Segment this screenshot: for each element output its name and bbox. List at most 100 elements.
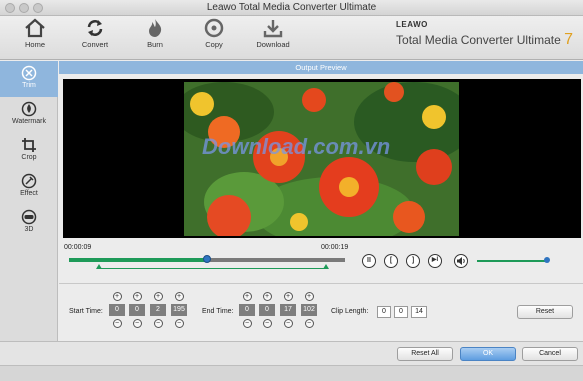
reset-all-button[interactable]: Reset All: [397, 347, 453, 361]
sidebar-item-3d[interactable]: 3D: [0, 205, 58, 241]
end-time-increment-button[interactable]: +: [242, 292, 252, 301]
cancel-button[interactable]: Cancel: [522, 347, 578, 361]
start-time-spinner: +0 −: [109, 292, 125, 328]
brand-product: Total Media Converter Ultimate: [396, 33, 561, 47]
window-title: Leawo Total Media Converter Ultimate: [206, 2, 377, 13]
sidebar-item-effect[interactable]: Effect: [0, 169, 58, 205]
end-time-decrement-button[interactable]: −: [262, 319, 272, 328]
start-time-spinner: +0 −: [129, 292, 145, 328]
trim-end-marker[interactable]: [322, 264, 329, 269]
sidebar-item-label: Trim: [22, 82, 36, 89]
video-frame: Download.com.vn: [184, 82, 459, 236]
start-time-decrement-button[interactable]: −: [112, 319, 122, 328]
start-time-decrement-button[interactable]: −: [174, 319, 184, 328]
end-time-decrement-button[interactable]: −: [283, 319, 293, 328]
convert-icon: [87, 20, 103, 36]
set-end-button[interactable]: ]: [406, 254, 420, 268]
title-bar: Leawo Total Media Converter Ultimate: [0, 0, 583, 16]
end-time-increment-button[interactable]: +: [262, 292, 272, 301]
watermark-icon: [21, 101, 37, 117]
toolbar-burn-label: Burn: [147, 40, 163, 49]
volume-button[interactable]: [454, 254, 468, 268]
dialog-footer: Reset All OK Cancel: [0, 341, 583, 365]
brand-version: 7: [564, 31, 573, 48]
brand-product-line: Total Media Converter Ultimate 7: [396, 31, 573, 49]
toolbar-home-label: Home: [24, 40, 45, 49]
end-time-increment-button[interactable]: +: [283, 292, 293, 301]
3d-icon: [21, 209, 37, 225]
volume-slider[interactable]: [477, 257, 550, 263]
end-time-spinner: +17 −: [280, 292, 296, 328]
clip-length-label: Clip Length:: [331, 308, 369, 315]
start-time-increment-button[interactable]: +: [112, 292, 122, 301]
current-time-label: 00:00:09: [64, 244, 92, 251]
speaker-icon: [457, 257, 465, 265]
end-time-value[interactable]: 0: [239, 304, 255, 316]
end-time-decrement-button[interactable]: −: [242, 319, 252, 328]
status-bar: [0, 365, 583, 381]
brand-company: LEAWO: [396, 20, 428, 29]
start-time-increment-button[interactable]: +: [153, 292, 163, 301]
start-time-decrement-button[interactable]: −: [153, 319, 163, 328]
start-time-value[interactable]: 195: [171, 304, 187, 316]
clip-length-seconds: 14: [411, 306, 427, 318]
end-time-decrement-button[interactable]: −: [304, 319, 314, 328]
brand-logo: LEAWO Total Media Converter Ultimate 7: [396, 20, 573, 49]
sidebar-item-watermark[interactable]: Watermark: [0, 97, 58, 133]
end-time-increment-button[interactable]: +: [304, 292, 314, 301]
play-pause-button[interactable]: II: [362, 254, 376, 268]
timeline-panel: 00:00:09 00:00:19 II [ ] ▶I: [59, 240, 583, 280]
end-time-spinner: +102 −: [301, 292, 317, 328]
trim-time-editor: Start Time: +0− +0− +2− +195− End Time: +0−…: [59, 283, 583, 341]
toolbar-home-button[interactable]: Home: [10, 18, 60, 58]
home-icon: [25, 18, 45, 38]
preview-watermark: Download.com.vn: [202, 134, 391, 159]
start-time-increment-button[interactable]: +: [174, 292, 184, 301]
trim-range-line: [99, 268, 326, 269]
timeline-progress: [69, 258, 207, 262]
sidebar-item-label: Watermark: [12, 118, 46, 125]
next-frame-button[interactable]: ▶I: [428, 254, 442, 268]
end-time-spinner: +0 −: [259, 292, 275, 328]
start-time-decrement-button[interactable]: −: [132, 319, 142, 328]
end-time-value[interactable]: 17: [280, 304, 296, 316]
edit-sidebar: Trim Watermark Crop Effect 3D: [0, 61, 58, 341]
burn-icon: [149, 19, 162, 37]
main-toolbar: Home Convert Burn Copy Download LEAWO To…: [0, 16, 583, 60]
sidebar-item-label: 3D: [24, 226, 34, 233]
ok-button[interactable]: OK: [460, 347, 516, 361]
sidebar-item-label: Effect: [20, 190, 38, 197]
sidebar-item-crop[interactable]: Crop: [0, 133, 58, 169]
start-time-value[interactable]: 0: [109, 304, 125, 316]
toolbar-copy-label: Copy: [205, 40, 223, 49]
clip-length-minutes: 0: [394, 306, 408, 318]
set-start-button[interactable]: [: [384, 254, 398, 268]
download-icon: [263, 20, 283, 38]
video-preview: Download.com.vn: [63, 79, 581, 238]
start-time-label: Start Time:: [69, 308, 103, 315]
output-preview-header: Output Preview: [59, 61, 583, 74]
end-time-label: 00:00:19: [321, 244, 349, 251]
toolbar-convert-label: Convert: [81, 40, 109, 49]
toolbar-convert-button[interactable]: Convert: [70, 18, 120, 58]
toolbar-copy-button[interactable]: Copy: [189, 18, 239, 58]
volume-knob[interactable]: [544, 257, 550, 263]
trim-icon: [21, 65, 37, 81]
start-time-value[interactable]: 2: [150, 304, 166, 316]
crop-icon: [22, 138, 36, 152]
end-time-value[interactable]: 0: [259, 304, 275, 316]
end-time-value[interactable]: 102: [301, 304, 317, 316]
effect-icon: [21, 173, 37, 189]
toolbar-download-button[interactable]: Download: [248, 18, 298, 58]
reset-button[interactable]: Reset: [517, 305, 573, 319]
start-time-value[interactable]: 0: [129, 304, 145, 316]
copy-icon: [204, 18, 224, 38]
start-time-increment-button[interactable]: +: [132, 292, 142, 301]
clip-length-hours: 0: [377, 306, 391, 318]
trim-start-marker[interactable]: [96, 264, 103, 269]
timeline-playhead[interactable]: [203, 255, 211, 263]
toolbar-burn-button[interactable]: Burn: [130, 18, 180, 58]
timeline-track[interactable]: [69, 255, 345, 263]
app-window: Leawo Total Media Converter Ultimate Hom…: [0, 0, 583, 381]
sidebar-item-trim[interactable]: Trim: [0, 61, 58, 97]
